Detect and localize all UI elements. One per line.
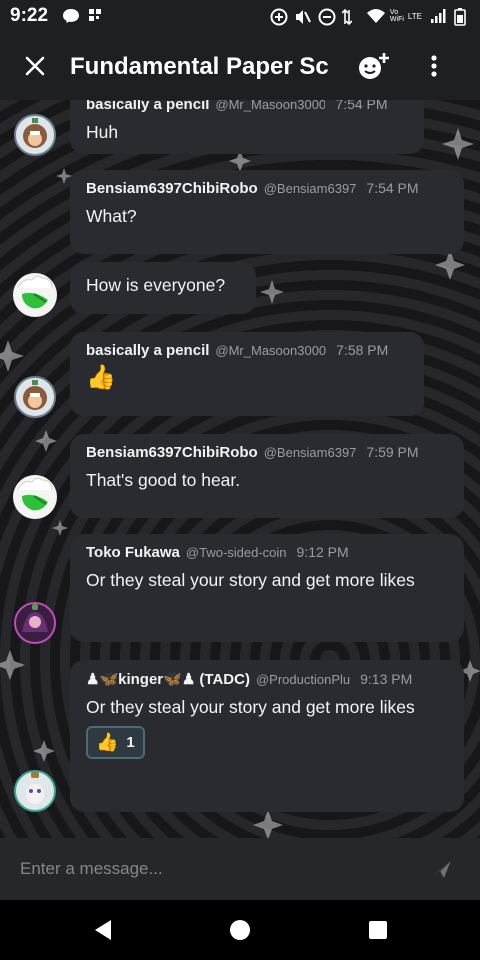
send-button[interactable] bbox=[424, 854, 458, 884]
message-bubble[interactable]: Bensiam6397ChibiRobo @Bensiam6397 7:59 P… bbox=[70, 434, 464, 518]
message-handle: @Two-sided-coin bbox=[185, 545, 287, 560]
avatar-chibirobo[interactable] bbox=[12, 474, 58, 520]
message-bubble[interactable]: How is everyone? bbox=[70, 262, 256, 314]
message-header: Bensiam6397ChibiRobo @Bensiam6397 7:54 P… bbox=[86, 180, 448, 197]
close-button[interactable] bbox=[0, 32, 70, 100]
status-time: 9:22 bbox=[10, 5, 49, 26]
status-left-icons bbox=[62, 8, 104, 24]
chat-area[interactable]: basically a pencil @Mr_Masoon3000 7:54 P… bbox=[0, 100, 480, 838]
message-time: 7:54 PM bbox=[335, 100, 388, 112]
add-member-icon bbox=[359, 53, 389, 79]
messenger-icon bbox=[62, 8, 80, 24]
back-triangle-icon bbox=[95, 920, 111, 940]
message-author[interactable]: basically a pencil bbox=[86, 100, 209, 113]
nav-recents-button[interactable] bbox=[363, 915, 393, 945]
message-author[interactable]: Bensiam6397ChibiRobo bbox=[86, 180, 258, 197]
message-text: That's good to hear. bbox=[86, 470, 241, 490]
message-handle: @Bensiam6397 bbox=[263, 181, 357, 196]
avatar-chibirobo[interactable] bbox=[12, 272, 58, 318]
nav-home-button[interactable] bbox=[225, 915, 255, 945]
message-bubble[interactable]: Bensiam6397ChibiRobo @Bensiam6397 7:54 P… bbox=[70, 170, 464, 254]
close-icon bbox=[25, 56, 45, 76]
avatar-pencil[interactable] bbox=[14, 376, 56, 418]
reaction-count: 1 bbox=[126, 734, 135, 751]
add-member-button[interactable] bbox=[352, 46, 396, 86]
message-bubble[interactable]: Toko Fukawa @Two-sided-coin 9:12 PM Or t… bbox=[70, 534, 464, 642]
message-bubble[interactable]: basically a pencil @Mr_Masoon3000 7:58 P… bbox=[70, 332, 424, 416]
message-time: 7:58 PM bbox=[336, 342, 389, 358]
wifi-icon bbox=[366, 8, 385, 24]
message-header: Bensiam6397ChibiRobo @Bensiam6397 7:59 P… bbox=[86, 444, 448, 461]
message-text: 👍 bbox=[86, 364, 116, 391]
message-time: 7:59 PM bbox=[366, 444, 419, 460]
message-handle: @Mr_Masoon3000 bbox=[215, 100, 326, 112]
message-handle: @Mr_Masoon3000 bbox=[215, 343, 327, 358]
message-time: 9:12 PM bbox=[296, 544, 349, 560]
reaction-thumbs-up[interactable]: 👍 1 bbox=[86, 726, 145, 759]
dnd-icon bbox=[318, 8, 336, 26]
avatar-kinger[interactable] bbox=[14, 770, 56, 812]
wifi-label: Vo WiFi bbox=[389, 9, 404, 23]
message-text: What? bbox=[86, 206, 137, 226]
grid-icon bbox=[88, 8, 104, 24]
message-time: 7:54 PM bbox=[366, 180, 419, 196]
more-options-button[interactable] bbox=[412, 46, 456, 86]
message-header: Toko Fukawa @Two-sided-coin 9:12 PM bbox=[86, 544, 448, 561]
message-header: ♟🦋kinger🦋♟ (TADC) @ProductionPlu 9:13 PM bbox=[86, 670, 448, 688]
app-bar: Fundamental Paper Sc bbox=[0, 32, 480, 100]
recents-square-icon bbox=[369, 921, 387, 939]
message-author[interactable]: Toko Fukawa bbox=[86, 544, 180, 561]
system-navigation-bar bbox=[0, 900, 480, 960]
channel-title: Fundamental Paper Sc bbox=[70, 53, 329, 80]
signal-icon bbox=[430, 8, 446, 24]
avatar-pencil[interactable] bbox=[14, 114, 56, 156]
thumbs-up-icon: 👍 bbox=[96, 732, 119, 752]
message-header: basically a pencil @Mr_Masoon3000 7:54 P… bbox=[86, 100, 408, 113]
avatar-toko[interactable] bbox=[14, 602, 56, 644]
message-input[interactable] bbox=[20, 859, 400, 879]
home-circle-icon bbox=[230, 920, 250, 940]
message-bubble[interactable]: ♟🦋kinger🦋♟ (TADC) @ProductionPlu 9:13 PM… bbox=[70, 660, 464, 812]
mute-icon bbox=[294, 8, 311, 24]
message-text: Or they steal your story and get more li… bbox=[86, 697, 415, 717]
data-arrows-icon bbox=[341, 8, 358, 26]
status-bar: 9:22 Vo WiFi LTE bbox=[0, 0, 480, 32]
more-vertical-icon bbox=[431, 55, 437, 77]
battery-icon bbox=[454, 8, 470, 26]
message-handle: @Bensiam6397 bbox=[263, 445, 357, 460]
message-text: Or they steal your story and get more li… bbox=[86, 570, 415, 590]
message-handle: @ProductionPlu bbox=[255, 672, 351, 687]
message-text: How is everyone? bbox=[86, 275, 226, 295]
message-author[interactable]: ♟🦋kinger🦋♟ (TADC) bbox=[86, 670, 250, 688]
send-icon bbox=[430, 859, 452, 879]
message-text: Huh bbox=[86, 122, 119, 142]
message-author[interactable]: basically a pencil bbox=[86, 342, 209, 359]
message-bubble[interactable]: basically a pencil @Mr_Masoon3000 7:54 P… bbox=[70, 100, 424, 154]
message-composer bbox=[0, 838, 480, 900]
message-header: basically a pencil @Mr_Masoon3000 7:58 P… bbox=[86, 342, 408, 359]
message-author[interactable]: Bensiam6397ChibiRobo bbox=[86, 444, 258, 461]
lte-label: LTE bbox=[407, 11, 422, 21]
data-saver-icon bbox=[270, 8, 288, 26]
status-right-icons: Vo WiFi LTE bbox=[270, 8, 470, 26]
nav-back-button[interactable] bbox=[88, 915, 118, 945]
message-time: 9:13 PM bbox=[360, 671, 413, 687]
